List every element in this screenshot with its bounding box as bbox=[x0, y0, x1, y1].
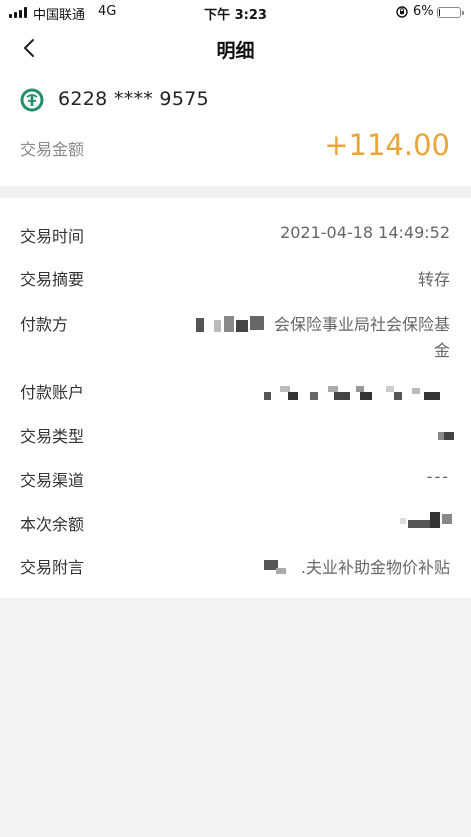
row-value-summary: 转存 bbox=[417, 270, 450, 289]
redacted-mosaic bbox=[264, 384, 444, 404]
battery-percent: 6% bbox=[413, 4, 434, 19]
row-value-channel: --- bbox=[426, 467, 450, 486]
row-value-remark: .夫业补助金物价补贴 bbox=[300, 558, 450, 577]
redacted-mosaic bbox=[264, 558, 290, 576]
rotation-lock-icon bbox=[396, 6, 408, 18]
account-card: 6228 **** 9575 交易金额 +114.00 bbox=[0, 72, 471, 186]
account-number: 6228 **** 9575 bbox=[58, 88, 209, 110]
amount-label: 交易金额 bbox=[20, 140, 85, 159]
amount-value: +114.00 bbox=[324, 128, 450, 162]
status-bar: 中国联通 4G 下午 3:23 6% bbox=[0, 0, 471, 26]
row-label-channel: 交易渠道 bbox=[20, 471, 85, 490]
row-label-payer-account: 付款账户 bbox=[20, 383, 85, 402]
battery-level bbox=[439, 9, 440, 16]
row-value-payer-line1: 会保险事业局社会保险基 bbox=[273, 315, 450, 334]
row-label-payer: 付款方 bbox=[20, 315, 69, 334]
battery-icon bbox=[437, 7, 464, 18]
nav-bar: 明细 bbox=[0, 26, 471, 72]
row-label-balance: 本次余额 bbox=[20, 515, 85, 534]
redacted-mosaic bbox=[196, 314, 268, 334]
row-label-remark: 交易附言 bbox=[20, 558, 85, 577]
transaction-details: 交易时间 2021-04-18 14:49:52 交易摘要 转存 付款方 会保险… bbox=[0, 198, 471, 598]
row-value-payer-line2: 金 bbox=[433, 341, 450, 360]
redacted-mosaic bbox=[400, 512, 458, 532]
row-label-summary: 交易摘要 bbox=[20, 270, 85, 289]
page-title: 明细 bbox=[216, 40, 255, 62]
row-label-time: 交易时间 bbox=[20, 227, 85, 246]
abc-bank-logo-icon bbox=[20, 88, 44, 112]
row-label-type: 交易类型 bbox=[20, 427, 85, 446]
redacted-mosaic bbox=[438, 430, 456, 442]
row-value-time: 2021-04-18 14:49:52 bbox=[280, 223, 450, 242]
